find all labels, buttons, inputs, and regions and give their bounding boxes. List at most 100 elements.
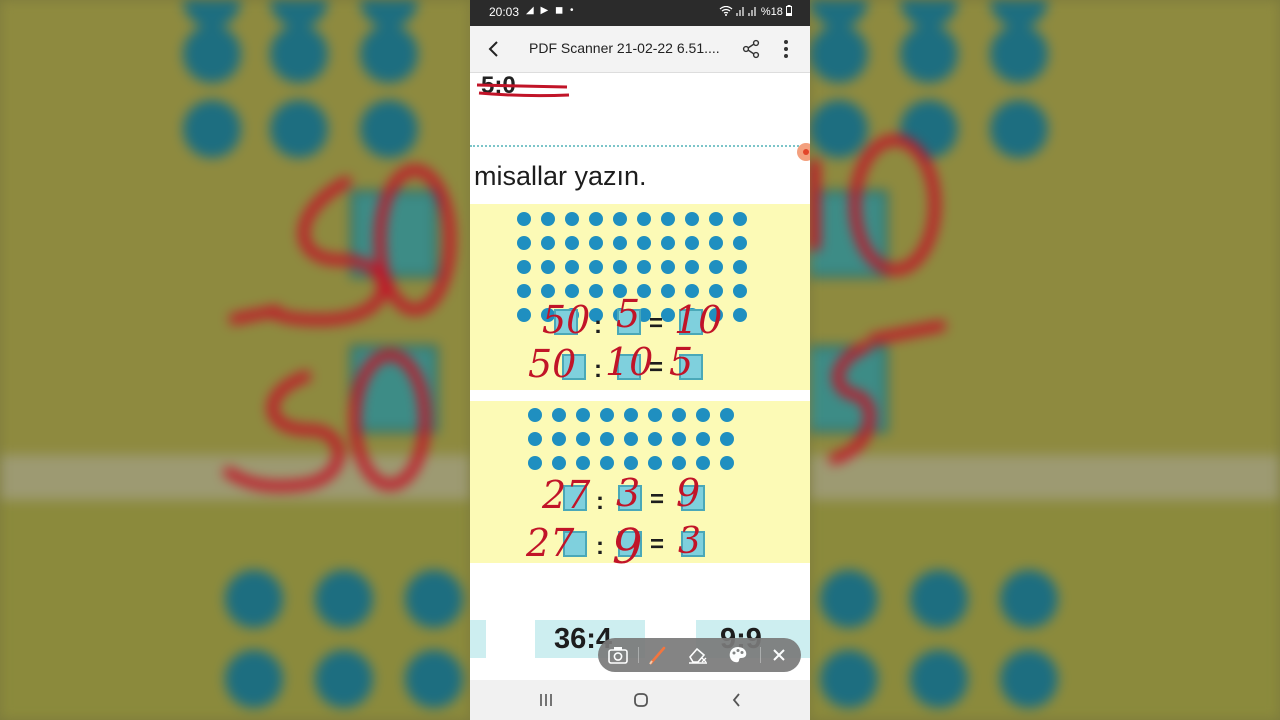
counting-dot: [685, 236, 699, 250]
counting-dot: [672, 408, 686, 422]
counting-dot: [696, 432, 710, 446]
counting-dot: [720, 456, 734, 470]
counting-dot: [661, 236, 675, 250]
counting-dot: [637, 236, 651, 250]
counting-dot: [600, 408, 614, 422]
handwritten-quotient: 5: [669, 340, 694, 384]
close-icon[interactable]: [767, 644, 791, 666]
counting-dot: [661, 308, 675, 322]
counting-dot: [624, 432, 638, 446]
counting-dot: [637, 260, 651, 274]
handwritten-divisor: 5: [616, 292, 641, 336]
counting-dot: [672, 432, 686, 446]
counting-dot: [565, 236, 579, 250]
exercise-panel-1: : = : = 50 5 10 50 10 5: [470, 204, 810, 390]
dotted-divider: [470, 145, 810, 147]
handwritten-dividend: 50: [542, 298, 591, 342]
instruction-text: misallar yazın.: [474, 161, 647, 191]
handwritten-dividend: 27: [542, 473, 591, 517]
counting-dot: [517, 260, 531, 274]
counting-dot: [696, 408, 710, 422]
counting-dot: [733, 212, 747, 226]
struck-out-text: 5:0: [476, 73, 570, 99]
counting-dot: [648, 456, 662, 470]
counting-dot: [637, 212, 651, 226]
counting-dot: [552, 408, 566, 422]
counting-dot: [733, 308, 747, 322]
counting-dot: [517, 236, 531, 250]
exercise-panel-2: : = : = 27 3 9 27 9 3: [470, 401, 810, 575]
document-page: 5:0 misallar yazın. : = : = 50 5 10 50 1…: [470, 73, 810, 680]
blurred-background-right: [810, 0, 1280, 720]
battery-percent: %18: [760, 6, 783, 18]
counting-dot: [552, 432, 566, 446]
counting-dot: [576, 432, 590, 446]
back-arrow-icon[interactable]: [484, 38, 504, 60]
counting-dot: [613, 260, 627, 274]
handwritten-quotient: 3: [678, 521, 701, 562]
counting-dot: [685, 212, 699, 226]
counting-dot: [576, 408, 590, 422]
counting-dot: [733, 236, 747, 250]
counting-dot: [528, 432, 542, 446]
status-bar: 20:03 ◢ ▶ ◼ • %18: [470, 0, 810, 26]
colon-symbol: :: [594, 356, 602, 383]
colon-symbol: :: [594, 312, 602, 339]
equals-symbol: =: [649, 310, 664, 337]
counting-dot: [528, 456, 542, 470]
back-icon[interactable]: [726, 689, 748, 711]
counting-dot: [517, 212, 531, 226]
counting-dot: [541, 212, 555, 226]
scroll-handle[interactable]: [797, 143, 810, 161]
navigation-bar: [470, 680, 810, 720]
counting-dot: [613, 236, 627, 250]
handwritten-quotient: 10: [674, 298, 723, 342]
counting-dot: [589, 212, 603, 226]
expression-tile: [470, 620, 486, 658]
share-icon[interactable]: [741, 38, 761, 60]
counting-dot: [541, 260, 555, 274]
handwritten-dividend: 27: [526, 521, 575, 565]
counting-dot: [672, 456, 686, 470]
pen-icon[interactable]: [646, 644, 670, 666]
counting-dot: [589, 236, 603, 250]
counting-dot: [709, 236, 723, 250]
colon-symbol: :: [596, 533, 604, 560]
counting-dot: [661, 284, 675, 298]
app-bar: PDF Scanner 21-02-22 6.51....: [470, 26, 810, 73]
counting-dot: [709, 284, 723, 298]
equals-symbol: =: [650, 486, 665, 513]
counting-dot: [624, 456, 638, 470]
counting-dot: [589, 260, 603, 274]
toolbar-divider: [638, 647, 639, 663]
counting-dot: [517, 284, 531, 298]
counting-dot: [720, 432, 734, 446]
counting-dot: [565, 212, 579, 226]
document-title: PDF Scanner 21-02-22 6.51....: [529, 40, 720, 56]
counting-dot: [589, 284, 603, 298]
camera-icon[interactable]: [606, 644, 630, 666]
battery-indicator: %18: [719, 5, 792, 18]
counting-dot: [661, 212, 675, 226]
palette-icon[interactable]: [726, 644, 750, 666]
counting-dot: [685, 284, 699, 298]
counting-dot: [565, 284, 579, 298]
counting-dot: [541, 284, 555, 298]
recents-icon[interactable]: [535, 689, 557, 711]
colon-symbol: :: [596, 488, 604, 515]
signal-icon: [735, 7, 756, 16]
wifi-icon: [719, 5, 733, 16]
toolbar-divider: [760, 647, 761, 663]
eraser-icon[interactable]: [686, 644, 710, 666]
handwritten-dividend: 50: [528, 342, 577, 386]
pen-toolbar: [598, 638, 801, 672]
more-vertical-icon[interactable]: [782, 38, 790, 60]
home-icon[interactable]: [630, 689, 652, 711]
counting-dot: [720, 408, 734, 422]
phone-screen: 20:03 ◢ ▶ ◼ • %18 PDF Scanner 21-02-22 6…: [470, 0, 810, 720]
notification-icons: ◢ ▶ ◼ •: [526, 5, 576, 16]
counting-dot: [600, 432, 614, 446]
counting-dot: [624, 408, 638, 422]
counting-dot: [552, 456, 566, 470]
counting-dot: [648, 432, 662, 446]
